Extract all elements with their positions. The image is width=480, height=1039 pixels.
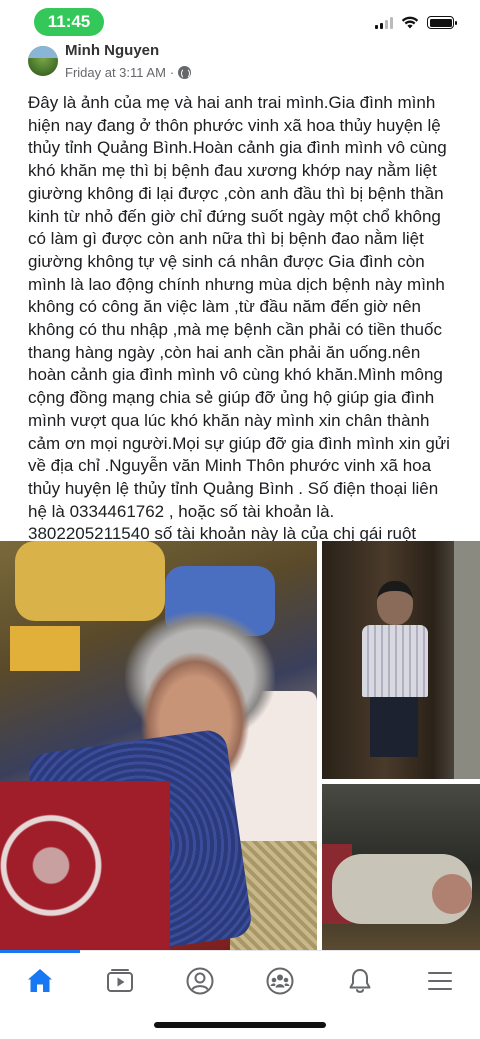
- profile-icon: [186, 967, 214, 995]
- cellular-signal-icon: [375, 16, 393, 29]
- menu-icon: [428, 972, 452, 990]
- photo-brother-standing[interactable]: [322, 541, 480, 779]
- photo-grid: [0, 541, 480, 950]
- tab-menu[interactable]: [400, 959, 480, 1003]
- author-avatar[interactable]: [28, 46, 58, 76]
- watch-icon: [107, 969, 133, 992]
- globe-icon: [178, 66, 192, 79]
- meta-separator: ·: [169, 65, 175, 80]
- tab-groups[interactable]: [240, 959, 320, 1003]
- tab-watch[interactable]: [80, 959, 160, 1003]
- post-meta: Friday at 3:11 AM ·: [65, 65, 192, 80]
- status-icons: [375, 16, 457, 29]
- tab-home[interactable]: [0, 959, 80, 1003]
- photo-mother-in-bed[interactable]: [0, 541, 317, 950]
- author-name[interactable]: Minh Nguyen: [65, 42, 159, 59]
- notifications-bell-icon: [349, 969, 371, 993]
- post-text: Đây là ảnh của mẹ và hai anh trai mình.G…: [28, 93, 450, 566]
- post-header: Minh Nguyen Friday at 3:11 AM ·: [22, 40, 462, 86]
- photo-brother-lying[interactable]: [322, 784, 480, 950]
- home-indicator[interactable]: [154, 1022, 326, 1028]
- status-bar: 11:45: [0, 0, 480, 44]
- tab-profile[interactable]: [160, 959, 240, 1003]
- status-time: 11:45: [34, 8, 104, 36]
- tab-notifications[interactable]: [320, 959, 400, 1003]
- groups-icon: [266, 967, 294, 995]
- post-timestamp[interactable]: Friday at 3:11 AM: [65, 65, 166, 80]
- active-tab-indicator: [0, 950, 80, 953]
- post-card: Đây là ảnh của mẹ và hai anh trai mình.G…: [14, 86, 466, 566]
- battery-icon: [427, 16, 457, 29]
- home-icon: [28, 969, 52, 992]
- wifi-icon: [401, 16, 419, 29]
